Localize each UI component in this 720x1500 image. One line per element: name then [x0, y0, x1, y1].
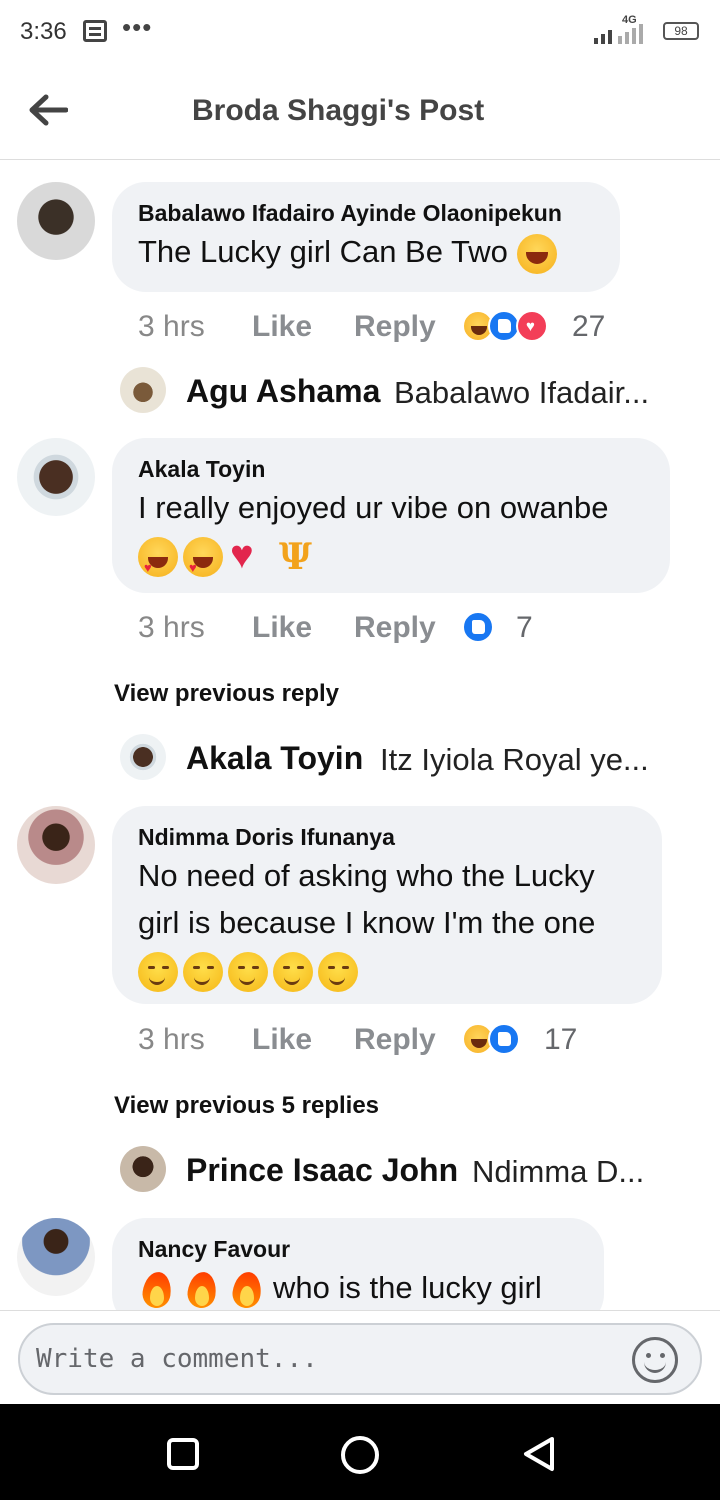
fire-emoji-icon [138, 1270, 178, 1310]
comment-text-line: girl is because I know I'm the one [138, 905, 596, 940]
reply-button[interactable]: Reply [354, 611, 436, 645]
heart-eyes-emoji-icon [183, 536, 223, 590]
system-back-icon[interactable] [520, 1434, 560, 1474]
reply-button[interactable]: Reply [354, 310, 436, 344]
comment-bubble: Ndimma Doris Ifunanya No need of asking … [112, 806, 662, 1004]
rolling-laughing-emoji-icon [516, 233, 557, 274]
post-header: Broda Shaggi's Post [0, 64, 720, 160]
avatar[interactable] [17, 438, 95, 516]
comment-actions: 3 hrs Like Reply 7 [138, 611, 698, 651]
avatar [120, 734, 166, 780]
comment-author[interactable]: Babalawo Ifadairo Ayinde Olaonipekun [138, 200, 594, 227]
like-reaction-icon [488, 1023, 520, 1055]
reply-text: Ndimma D... [472, 1154, 645, 1189]
back-arrow-icon[interactable] [28, 94, 68, 126]
reaction-count[interactable]: 17 [544, 1023, 577, 1057]
like-button[interactable]: Like [252, 1023, 312, 1057]
comment-emojis [138, 947, 636, 992]
status-bar: 3:36 ••• 4G 98 [0, 0, 720, 64]
like-reaction-icon [462, 611, 494, 643]
reaction-count[interactable]: 7 [516, 611, 533, 645]
fire-emoji-icon [183, 1270, 223, 1310]
comment-time: 3 hrs [138, 611, 205, 644]
smirk-emoji-icon [228, 951, 268, 992]
comment-author[interactable]: Akala Toyin [138, 456, 644, 483]
comment-input[interactable] [18, 1323, 702, 1395]
fire-emoji-icon [228, 1270, 268, 1310]
news-icon [83, 20, 107, 42]
reply-author: Prince Isaac John [186, 1152, 459, 1188]
avatar[interactable] [17, 1218, 95, 1296]
comment-actions: 3 hrs Like Reply ♥ 27 [138, 310, 698, 350]
reply-preview[interactable]: Agu Ashama Babalawo Ifadair... [120, 365, 700, 415]
reply-text: Itz Iyiola Royal ye... [380, 742, 649, 777]
home-icon[interactable] [341, 1436, 379, 1474]
view-previous-replies-link[interactable]: View previous 5 replies [114, 1092, 379, 1120]
avatar[interactable] [17, 806, 95, 884]
smirk-emoji-icon [318, 951, 358, 992]
system-navigation-bar [0, 1404, 720, 1500]
reaction-count[interactable]: 27 [572, 310, 605, 344]
comment-bubble: Akala Toyin I really enjoyed ur vibe on … [112, 438, 670, 593]
comment-author[interactable]: Ndimma Doris Ifunanya [138, 824, 636, 851]
comment-actions: 3 hrs Like Reply 17 [138, 1023, 698, 1063]
status-time: 3:36 [20, 18, 67, 45]
like-button[interactable]: Like [252, 611, 312, 645]
comment-time: 3 hrs [138, 1023, 205, 1056]
smirk-emoji-icon [183, 951, 223, 992]
view-previous-replies-link[interactable]: View previous reply [114, 680, 339, 708]
comment-composer [0, 1310, 720, 1404]
recent-apps-icon[interactable] [167, 1438, 199, 1470]
avatar [120, 1146, 166, 1192]
battery-icon: 98 [663, 22, 699, 40]
smiling-hearts-emoji-icon [138, 536, 178, 590]
reply-author: Agu Ashama [186, 373, 381, 409]
like-button[interactable]: Like [252, 310, 312, 344]
reply-text: Babalawo Ifadair... [394, 375, 650, 410]
comment-time: 3 hrs [138, 310, 205, 343]
trident-emoji-icon [273, 535, 313, 580]
more-notifications-icon: ••• [122, 12, 153, 42]
reply-preview[interactable]: Prince Isaac John Ndimma D... [120, 1144, 700, 1194]
comment-text: The Lucky girl Can Be Two [138, 229, 594, 274]
network-type: 4G [622, 14, 637, 26]
avatar[interactable] [17, 182, 95, 260]
smiley-icon[interactable] [632, 1337, 678, 1383]
comment-text: who is the lucky girl [138, 1265, 578, 1310]
smirk-emoji-icon [138, 951, 178, 992]
reply-button[interactable]: Reply [354, 1023, 436, 1057]
reply-preview[interactable]: Akala Toyin Itz Iyiola Royal ye... [120, 732, 700, 782]
page-title: Broda Shaggi's Post [192, 94, 485, 127]
love-reaction-icon: ♥ [516, 310, 548, 342]
two-hearts-emoji-icon [228, 533, 268, 578]
avatar [120, 367, 166, 413]
comment-author[interactable]: Nancy Favour [138, 1236, 578, 1263]
comment-text: I really enjoyed ur vibe on owanbe [138, 490, 609, 525]
comment-bubble: Babalawo Ifadairo Ayinde Olaonipekun The… [112, 182, 620, 292]
reply-author: Akala Toyin [186, 740, 364, 776]
comment-emojis [138, 532, 644, 590]
comment-text-line: No need of asking who the Lucky [138, 858, 595, 893]
smirk-emoji-icon [273, 951, 313, 992]
